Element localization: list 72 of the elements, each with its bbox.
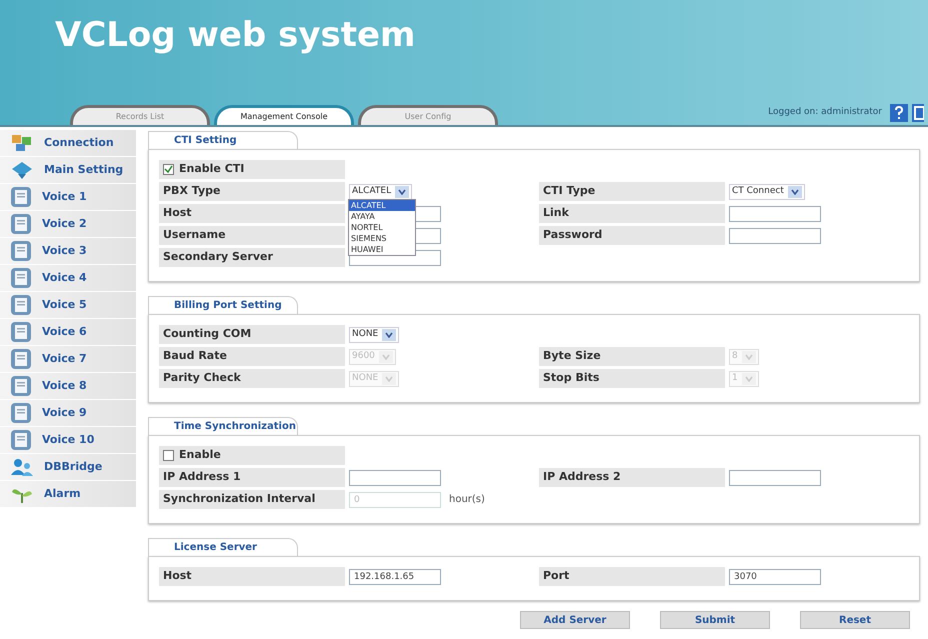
sidebar-item[interactable]: Voice 1 bbox=[0, 184, 136, 210]
select-field[interactable]: ALCATEL bbox=[349, 184, 412, 200]
field-label: PBX Type bbox=[159, 182, 345, 201]
document-icon bbox=[10, 240, 32, 262]
puzzle-icon bbox=[10, 133, 34, 153]
field-label: IP Address 1 bbox=[159, 468, 345, 487]
field-label: Host bbox=[159, 567, 345, 586]
sidebar-item[interactable]: Voice 7 bbox=[0, 346, 136, 372]
document-icon bbox=[10, 429, 32, 451]
logged-on-text: Logged on: administrator bbox=[768, 106, 882, 120]
dropdown-option[interactable]: SIEMENS bbox=[349, 233, 415, 244]
sidebar-item[interactable]: Voice 3 bbox=[0, 238, 136, 264]
sidebar-item[interactable]: Connection bbox=[0, 130, 136, 156]
field-label: Username bbox=[159, 226, 345, 245]
checkbox-label: Enable CTI bbox=[179, 161, 244, 178]
field-label: Counting COM bbox=[159, 325, 345, 344]
action-button[interactable]: Add Server bbox=[520, 611, 630, 629]
dropdown-option[interactable]: ALCATEL bbox=[349, 200, 415, 211]
field-label: Baud Rate bbox=[159, 347, 345, 366]
field-label: Secondary Server bbox=[159, 248, 345, 267]
field-label: CTI Type bbox=[539, 182, 725, 201]
field-label: Password bbox=[539, 226, 725, 245]
sidebar-item[interactable]: Voice 8 bbox=[0, 373, 136, 399]
document-icon bbox=[10, 375, 32, 397]
sidebar-item[interactable]: Voice 5 bbox=[0, 292, 136, 318]
users-icon bbox=[10, 457, 34, 477]
select-field[interactable]: NONE bbox=[349, 326, 400, 342]
input-field[interactable]: 192.168.1.65 bbox=[349, 568, 441, 584]
sidebar-item[interactable]: DBBridge bbox=[0, 454, 136, 480]
sidebar-item[interactable]: Voice 2 bbox=[0, 211, 136, 237]
document-icon bbox=[10, 348, 32, 370]
sidebar-item[interactable]: Voice 4 bbox=[0, 265, 136, 291]
document-icon bbox=[10, 321, 32, 343]
field-label: Parity Check bbox=[159, 369, 345, 388]
field-label: IP Address 2 bbox=[539, 468, 725, 487]
nav-tab[interactable]: User Config bbox=[358, 105, 498, 125]
checkbox-label: Enable bbox=[179, 447, 221, 464]
input-field[interactable]: 3070 bbox=[729, 568, 821, 584]
dropdown-option[interactable]: HUAWEI bbox=[349, 244, 415, 255]
sidebar-item[interactable]: Voice 10 bbox=[0, 427, 136, 453]
dropdown-option[interactable]: AYAYA bbox=[349, 211, 415, 222]
sidebar-item[interactable]: Alarm bbox=[0, 481, 136, 507]
sidebar-item[interactable]: Main Setting bbox=[0, 157, 136, 183]
input-field[interactable] bbox=[729, 206, 821, 222]
document-icon bbox=[10, 267, 32, 289]
checkbox[interactable] bbox=[163, 164, 174, 175]
diamond-icon bbox=[10, 160, 34, 180]
sidebar-item[interactable]: Voice 9 bbox=[0, 400, 136, 426]
document-icon bbox=[10, 186, 32, 208]
document-icon bbox=[10, 213, 32, 235]
field-label: Synchronization Interval bbox=[159, 490, 345, 509]
input-field[interactable] bbox=[729, 470, 821, 486]
nav-tab[interactable]: Records List bbox=[70, 105, 210, 125]
checkbox[interactable] bbox=[163, 450, 174, 461]
dropdown-option[interactable]: NORTEL bbox=[349, 222, 415, 233]
sidebar-item[interactable]: Voice 6 bbox=[0, 319, 136, 345]
input-field[interactable] bbox=[349, 470, 441, 486]
field-label: Byte Size bbox=[539, 347, 725, 366]
field-label: Port bbox=[539, 567, 725, 586]
field-label: Stop Bits bbox=[539, 369, 725, 388]
nav-tab[interactable]: Management Console bbox=[214, 105, 354, 125]
help-icon[interactable] bbox=[890, 104, 908, 122]
field-label: Host bbox=[159, 204, 345, 223]
document-icon bbox=[10, 294, 32, 316]
action-button[interactable]: Submit bbox=[660, 611, 770, 629]
unit-label: hour(s) bbox=[449, 493, 485, 507]
document-icon bbox=[10, 402, 32, 424]
input-field[interactable] bbox=[729, 228, 821, 244]
action-button[interactable]: Reset bbox=[800, 611, 910, 629]
app-title: VCLog web system bbox=[54, 14, 416, 52]
select-field[interactable]: CT Connect bbox=[729, 184, 805, 200]
field-label: Link bbox=[539, 204, 725, 223]
